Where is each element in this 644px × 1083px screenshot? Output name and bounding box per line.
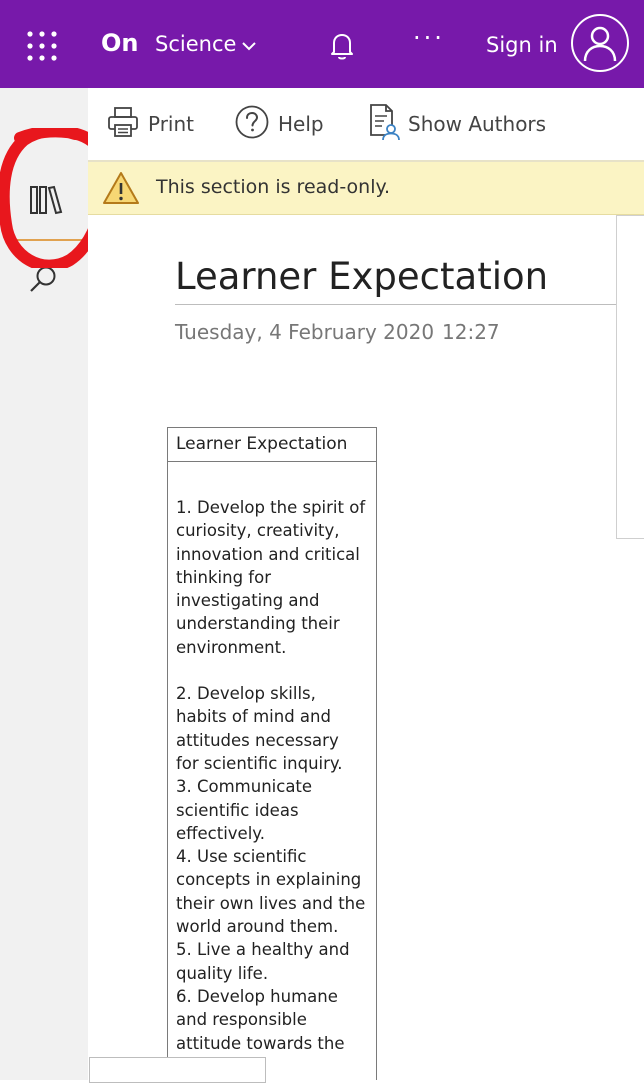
- right-pane: [616, 215, 644, 539]
- more-icon[interactable]: ···: [413, 24, 445, 52]
- table-item-line: 2. Develop skills,: [176, 684, 316, 704]
- table-item-line: 1. Develop the spirit of: [176, 498, 366, 517]
- table-item-line: understanding their: [176, 614, 340, 634]
- table-item-line: their own lives and the: [176, 893, 366, 913]
- title-rule: [175, 304, 616, 305]
- help-icon: [234, 104, 270, 145]
- page-time: 12:27: [442, 320, 500, 344]
- notebooks-icon[interactable]: [0, 161, 88, 239]
- notebook-name-label: Science: [155, 32, 237, 56]
- top-bar: On Science ··· Sign in: [0, 0, 644, 88]
- table-item-line: attitude towards the: [176, 1033, 345, 1053]
- table-item-line: and responsible: [176, 1010, 307, 1030]
- table-item-line: concepts in explaining: [176, 870, 362, 890]
- table-item-line: 5. Live a healthy and: [176, 940, 350, 960]
- table-item-line: 6. Develop humane: [176, 986, 338, 1006]
- print-button[interactable]: Print: [106, 104, 194, 144]
- table-item-line: habits of mind and: [176, 707, 331, 727]
- bottom-tab[interactable]: [89, 1057, 266, 1083]
- toolbar: Print Help Show Authors: [88, 88, 644, 160]
- rail-selected-indicator: [10, 239, 88, 241]
- app-launcher-icon[interactable]: [26, 30, 58, 62]
- page-canvas: Learner Expectation Tuesday, 4 February …: [88, 215, 644, 1083]
- printer-icon: [106, 105, 140, 144]
- table-item-line: innovation and critical: [176, 544, 360, 564]
- search-icon[interactable]: [26, 263, 60, 297]
- page-date: Tuesday, 4 February 2020: [175, 320, 435, 344]
- chevron-down-icon: [242, 32, 257, 56]
- table-item-line: thinking for: [176, 567, 271, 587]
- table-item-line: world around them.: [176, 917, 339, 937]
- print-label: Print: [148, 112, 195, 136]
- bell-icon[interactable]: [328, 30, 356, 62]
- left-rail: [0, 88, 88, 1080]
- show-authors-label: Show Authors: [408, 112, 547, 136]
- table-item-line: attitudes necessary: [176, 730, 339, 750]
- table-item-line: 4. Use scientific: [176, 847, 307, 867]
- table-item-line: investigating and: [176, 591, 320, 611]
- table-item-line: quality life.: [176, 963, 269, 983]
- page-title: Learner Expectation: [175, 255, 549, 298]
- warning-icon: [102, 170, 140, 210]
- show-authors-icon: [368, 103, 400, 146]
- content-table: Learner Expectation 1. Develop the spiri…: [167, 427, 377, 1080]
- table-body: 1. Develop the spirit of curiosity, creat…: [168, 462, 376, 1055]
- read-only-infobar: This section is read-only.: [88, 162, 644, 215]
- table-item-line: scientific ideas: [176, 800, 299, 820]
- help-label: Help: [278, 112, 324, 136]
- notebook-dropdown[interactable]: Science: [155, 32, 257, 56]
- infobar-message: This section is read-only.: [156, 176, 391, 198]
- table-item-line: curiosity, creativity,: [176, 521, 340, 541]
- app-logo[interactable]: On: [101, 29, 139, 57]
- table-item-line: for scientific inquiry.: [176, 753, 343, 773]
- sign-in-button[interactable]: Sign in: [486, 33, 558, 57]
- help-button[interactable]: Help: [234, 104, 324, 144]
- person-icon[interactable]: [571, 14, 629, 72]
- table-header: Learner Expectation: [168, 428, 376, 462]
- table-item-line: 3. Communicate: [176, 777, 313, 797]
- table-item-line: environment.: [176, 637, 287, 657]
- show-authors-button[interactable]: Show Authors: [368, 103, 547, 146]
- table-item-line: effectively.: [176, 823, 265, 843]
